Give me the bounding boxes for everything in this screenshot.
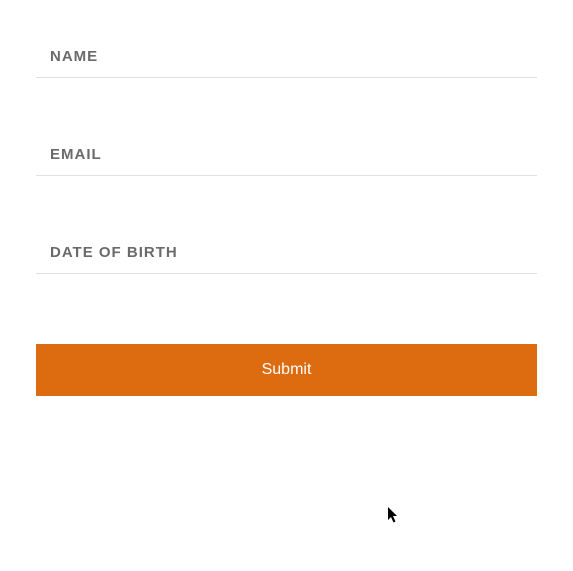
name-field-wrapper — [36, 40, 537, 78]
submit-button[interactable]: Submit — [36, 344, 537, 396]
form-container: Submit — [0, 0, 573, 396]
dob-input[interactable] — [36, 236, 537, 274]
cursor-icon — [388, 507, 400, 525]
name-input[interactable] — [36, 40, 537, 78]
email-input[interactable] — [36, 138, 537, 176]
email-field-wrapper — [36, 138, 537, 176]
dob-field-wrapper — [36, 236, 537, 274]
